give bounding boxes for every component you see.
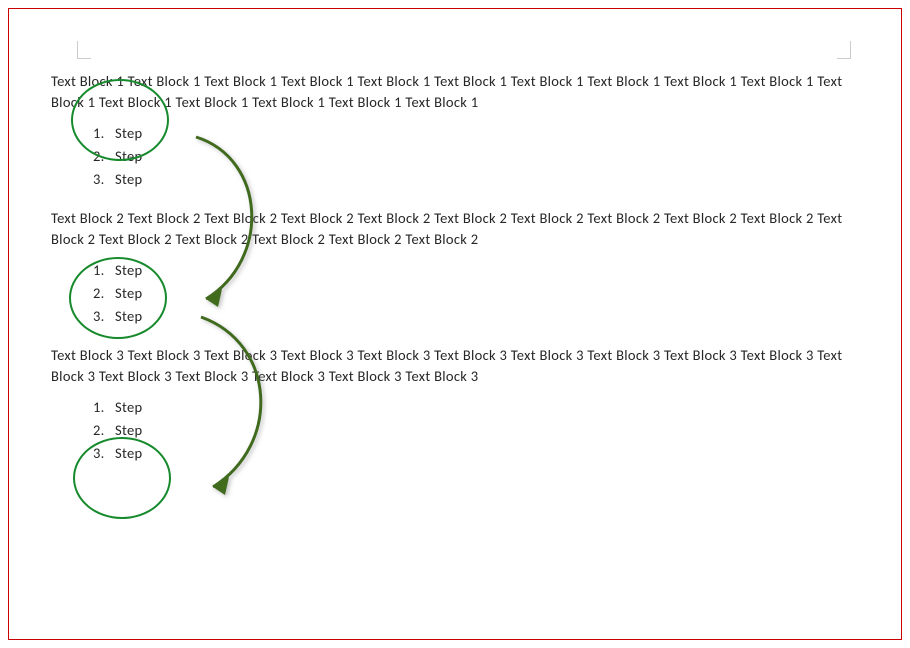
steps-list-1: 1.Step 2.Step 3.Step bbox=[93, 123, 859, 190]
list-item: 2.Step bbox=[93, 146, 859, 167]
list-item: 1.Step bbox=[93, 260, 859, 281]
document-frame: Text Block 1 Text Block 1 Text Block 1 T… bbox=[8, 8, 902, 640]
list-item: 3.Step bbox=[93, 306, 859, 327]
list-item: 3.Step bbox=[93, 169, 859, 190]
list-item: 3.Step bbox=[93, 443, 859, 464]
list-item: 1.Step bbox=[93, 397, 859, 418]
steps-list-3: 1.Step 2.Step 3.Step bbox=[93, 397, 859, 464]
text-block-1: Text Block 1 Text Block 1 Text Block 1 T… bbox=[51, 71, 859, 113]
text-block-2: Text Block 2 Text Block 2 Text Block 2 T… bbox=[51, 208, 859, 250]
document-content: Text Block 1 Text Block 1 Text Block 1 T… bbox=[51, 29, 859, 464]
list-item: 2.Step bbox=[93, 283, 859, 304]
list-item: 1.Step bbox=[93, 123, 859, 144]
steps-list-2: 1.Step 2.Step 3.Step bbox=[93, 260, 859, 327]
text-block-3: Text Block 3 Text Block 3 Text Block 3 T… bbox=[51, 345, 859, 387]
list-item: 2.Step bbox=[93, 420, 859, 441]
